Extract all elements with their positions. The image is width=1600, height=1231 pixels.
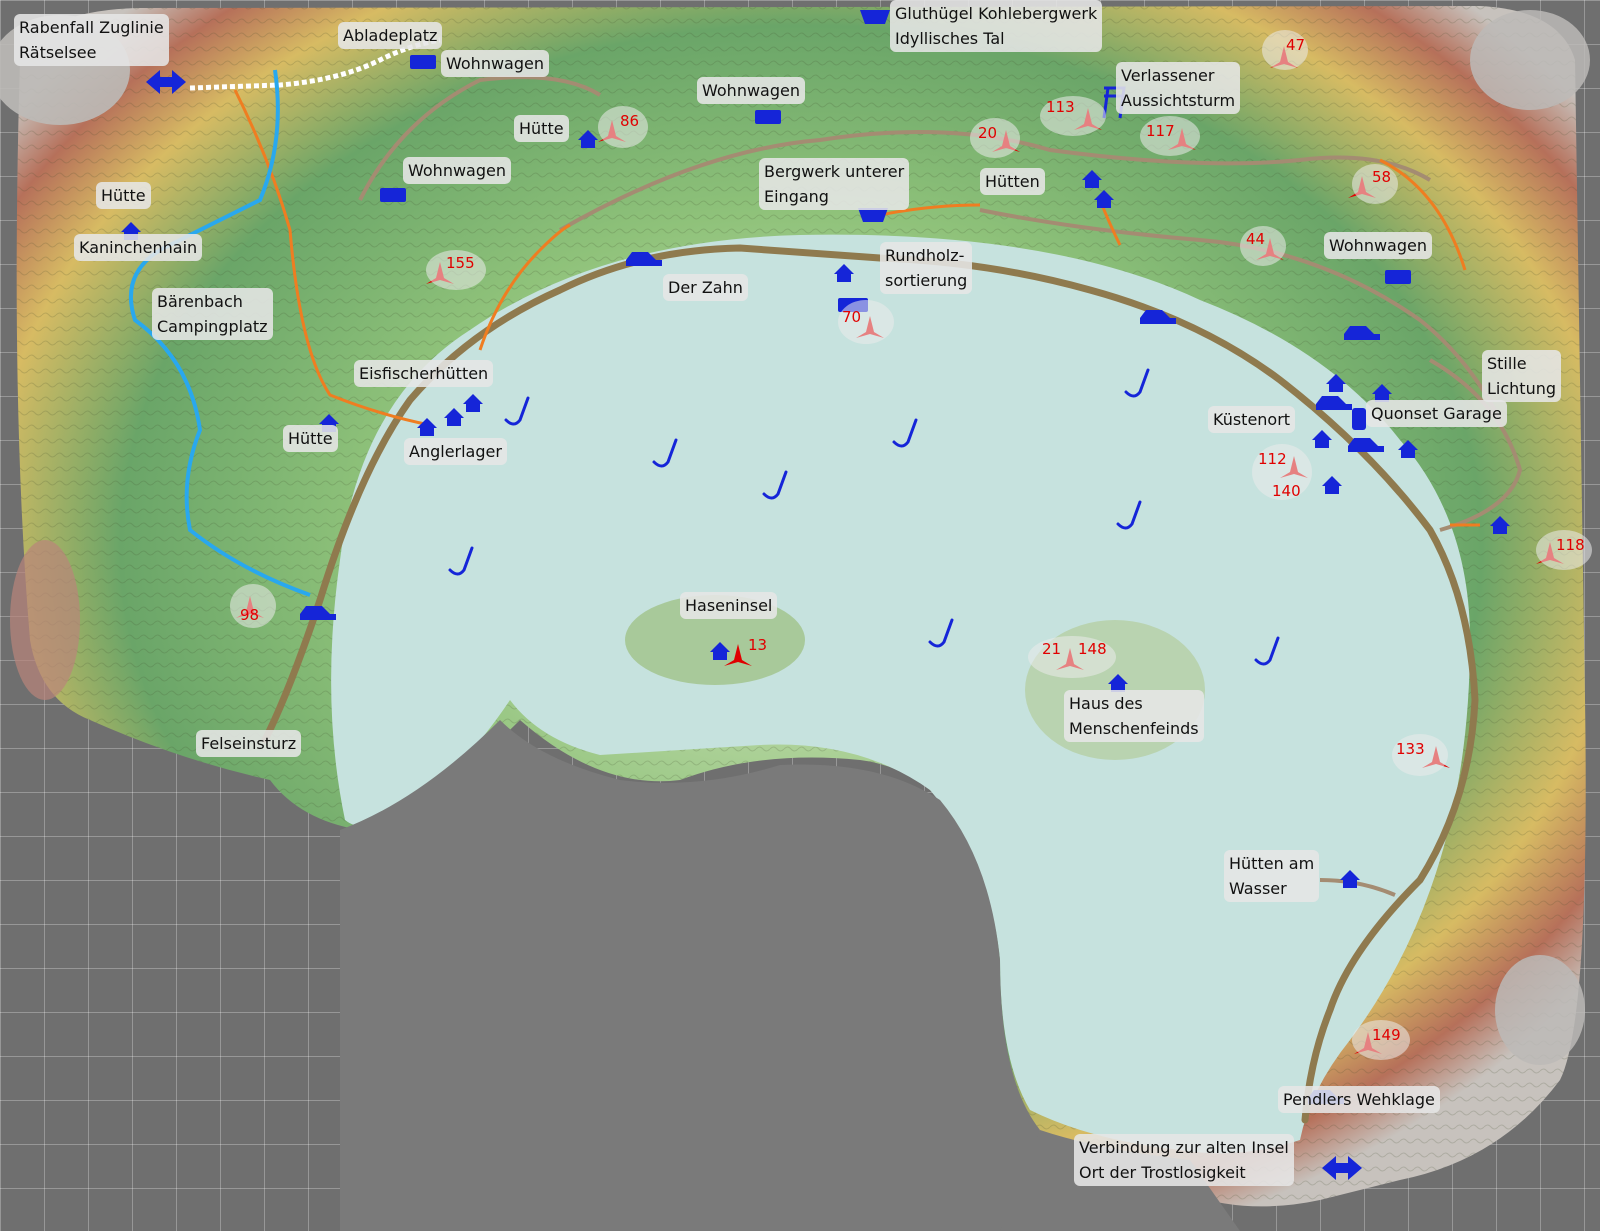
cave-number: 44 (1246, 230, 1266, 248)
label-line: Bergwerk unterer (764, 162, 905, 181)
rock-peak (1495, 955, 1585, 1065)
label-abladeplatz: Abladeplatz (338, 22, 443, 49)
trailer-icon[interactable] (410, 55, 436, 69)
mine-cart-icon[interactable] (858, 208, 888, 222)
mine-cart-icon[interactable] (860, 10, 890, 24)
label-line: Bärenbach (157, 292, 243, 311)
cave-number: 133 (1396, 740, 1425, 758)
label-rundholz: Rundholz- sortierung (880, 242, 973, 294)
label-line: Wasser (1229, 879, 1287, 898)
label-stille: Stille Lichtung (1482, 350, 1562, 402)
label-line: Eingang (764, 187, 829, 206)
trailer-icon[interactable] (380, 188, 406, 202)
label-huette: Hütte (514, 115, 569, 142)
label-huetten: Hütten (980, 168, 1045, 195)
label-huette: Hütte (283, 425, 338, 452)
label-haseninsel: Haseninsel (680, 592, 778, 619)
label-line: Rabenfall Zuglinie (19, 18, 164, 37)
label-gluthuegel: Gluthügel Kohlebergwerk Idyllisches Tal (890, 0, 1103, 52)
cave-number: 86 (620, 112, 640, 130)
cave-number: 98 (240, 606, 260, 624)
label-wohnwagen: Wohnwagen (403, 157, 511, 184)
label-line: Idyllisches Tal (895, 29, 1005, 48)
label-pendlers: Pendlers Wehklage (1278, 1086, 1440, 1113)
label-line: Ort der Trostlosigkeit (1079, 1163, 1246, 1182)
label-kuestenort: Küstenort (1208, 406, 1296, 433)
label-wohnwagen: Wohnwagen (441, 50, 549, 77)
label-baerenbach: Bärenbach Campingplatz (152, 288, 273, 340)
label-line: Stille (1487, 354, 1527, 373)
label-eisfischer: Eisfischerhütten (354, 360, 494, 387)
label-line: sortierung (885, 271, 968, 290)
label-verbindung: Verbindung zur alten Insel Ort der Trost… (1074, 1134, 1294, 1186)
label-line: Menschenfeinds (1069, 719, 1199, 738)
label-line: Rundholz- (885, 246, 965, 265)
cave-number: 113 (1046, 98, 1075, 116)
cave-number: 13 (748, 636, 768, 654)
label-verlassener: Verlassener Aussichtsturm (1116, 62, 1241, 114)
label-rabenfall: Rabenfall Zuglinie Rätselsee (14, 14, 169, 66)
label-anglerlager: Anglerlager (404, 438, 507, 465)
label-wohnwagen: Wohnwagen (1324, 232, 1432, 259)
label-bergwerk: Bergwerk unterer Eingang (759, 158, 910, 210)
cave-number: 140 (1272, 482, 1301, 500)
cave-number: 47 (1286, 36, 1306, 54)
cave-number: 20 (978, 124, 998, 142)
cave-number: 117 (1146, 122, 1175, 140)
trailer-icon[interactable] (755, 110, 781, 124)
label-line: Gluthügel Kohlebergwerk (895, 4, 1098, 23)
garage-icon[interactable] (1352, 408, 1366, 430)
label-line: Verlassener (1121, 66, 1215, 85)
label-wohnwagen: Wohnwagen (697, 77, 805, 104)
rock-peak (1470, 10, 1590, 110)
cave-number: 21 (1042, 640, 1062, 658)
label-line: Aussichtsturm (1121, 91, 1236, 110)
label-line: Verbindung zur alten Insel (1079, 1138, 1289, 1157)
label-line: Rätselsee (19, 43, 97, 62)
label-line: Lichtung (1487, 379, 1557, 398)
cave-number: 118 (1556, 536, 1585, 554)
label-haus: Haus des Menschenfeinds (1064, 690, 1204, 742)
label-felseinsturz: Felseinsturz (196, 730, 302, 757)
label-kaninchenhain: Kaninchenhain (74, 234, 203, 261)
cave-number: 149 (1372, 1026, 1401, 1044)
label-huette: Hütte (96, 182, 151, 209)
label-line: Hütten am (1229, 854, 1315, 873)
lake-deep-area (340, 720, 1040, 1231)
label-quonset: Quonset Garage (1366, 400, 1507, 427)
trailer-icon[interactable] (1385, 270, 1411, 284)
rock-peak (10, 540, 80, 700)
label-line: Haus des (1069, 694, 1143, 713)
cave-number: 112 (1258, 450, 1287, 468)
cave-number: 148 (1078, 640, 1107, 658)
label-der-zahn: Der Zahn (663, 274, 748, 301)
label-huetten-wasser: Hütten am Wasser (1224, 850, 1320, 902)
cave-number: 155 (446, 254, 475, 272)
label-line: Campingplatz (157, 317, 268, 336)
cave-number: 70 (842, 308, 862, 326)
cave-number: 58 (1372, 168, 1392, 186)
